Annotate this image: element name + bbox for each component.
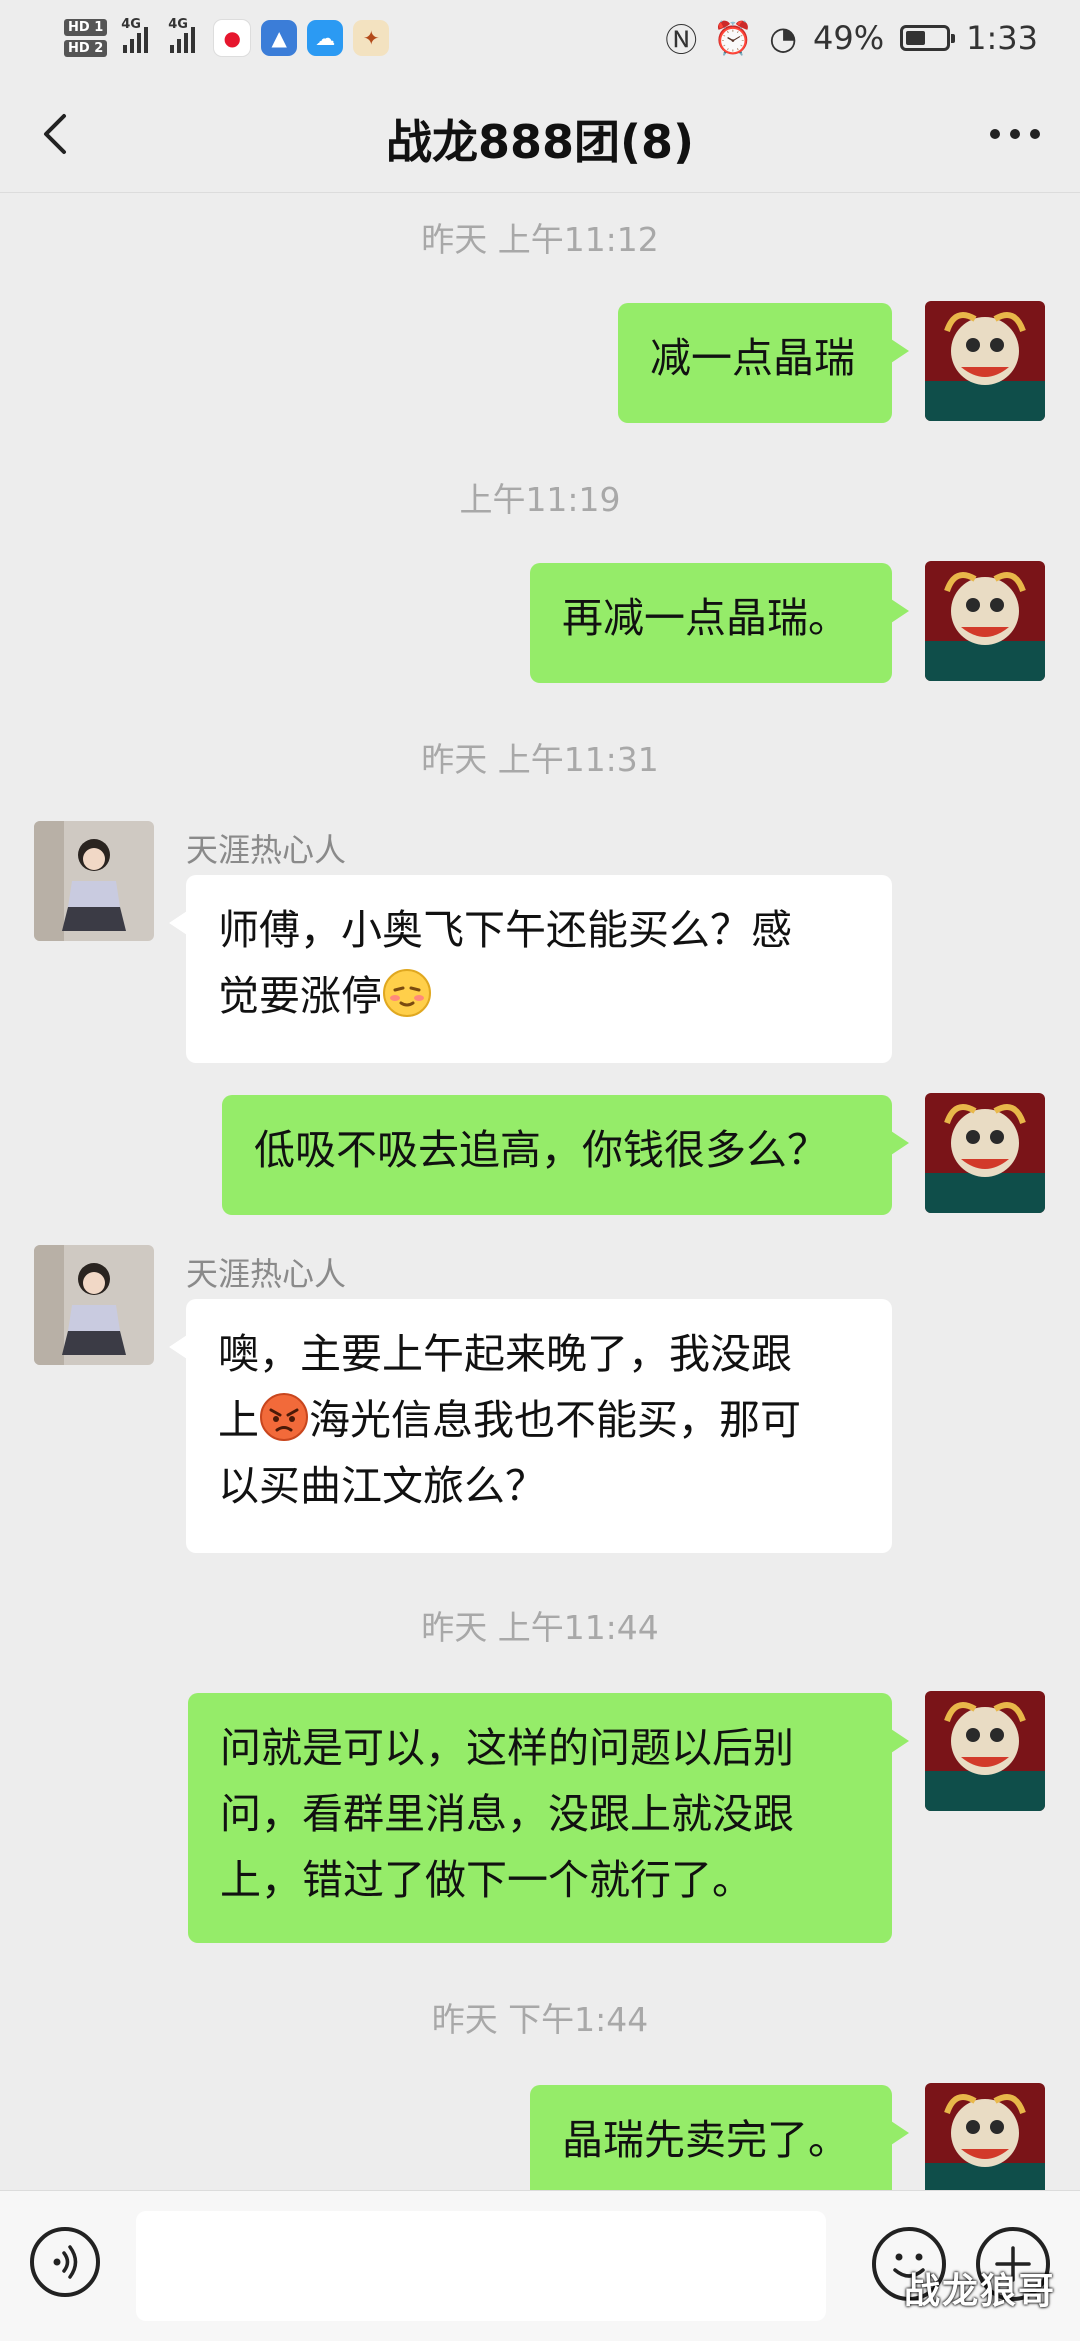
dragon-avatar-icon	[925, 2083, 1045, 2193]
my-message-bubble[interactable]: 减一点晶瑞	[618, 303, 909, 423]
dragon-avatar-icon	[925, 561, 1045, 681]
clock: 1:33	[966, 19, 1038, 57]
dragon-avatar-icon	[925, 1093, 1045, 1213]
status-bar: HD 1 HD 2 4G 4G ● ▲ ☁ ✦ Ⓝ ⏰ ◔ 49% 1:33	[0, 0, 1080, 76]
signal-2-icon: 4G	[168, 17, 196, 53]
other-message-bubble[interactable]: 噢，主要上午起来晚了，我没跟 上 海光信息我也不能买，那可 以买曲江文旅么？	[169, 1299, 892, 1553]
timestamp: 昨天 上午11:44	[421, 1608, 659, 1647]
message-line: 上，错过了做下一个就行了。	[220, 1856, 753, 1904]
message-line: 问，看群里消息，没跟上就没跟	[220, 1790, 794, 1838]
message-fragment: 上	[218, 1396, 259, 1444]
alarm-icon: ⏰	[713, 19, 754, 57]
more-options-button[interactable]	[980, 106, 1050, 162]
message-input[interactable]	[136, 2211, 826, 2321]
angry-face-emoji-icon	[260, 1393, 308, 1441]
message-line: 噢，主要上午起来晚了，我没跟	[218, 1330, 792, 1378]
message-text: 低吸不吸去追高，你钱很多么？	[254, 1126, 828, 1174]
dot-icon	[1010, 129, 1020, 139]
girl-avatar-icon	[34, 1245, 154, 1365]
my-message-bubble[interactable]: 再减一点晶瑞。	[530, 563, 909, 683]
weibo-icon: ●	[213, 19, 252, 57]
battery-level	[906, 31, 926, 45]
my-message-bubble[interactable]: 晶瑞先卖完了。	[530, 2085, 909, 2193]
status-right: Ⓝ ⏰ ◔ 49% 1:33	[665, 12, 1038, 64]
bank-app-icon: ▲	[261, 20, 298, 56]
message-line: 以买曲江文旅么？	[218, 1462, 546, 1510]
game-app-icon: ✦	[353, 20, 390, 56]
my-avatar[interactable]	[925, 1691, 1045, 1811]
my-avatar[interactable]	[925, 561, 1045, 681]
chat-title: 战龙888团(8)	[385, 115, 695, 169]
timestamp: 昨天 上午11:12	[421, 220, 659, 259]
voice-input-button[interactable]	[30, 2227, 100, 2297]
timestamp: 上午11:19	[459, 480, 621, 519]
dot-icon	[990, 129, 1000, 139]
my-avatar[interactable]	[925, 1093, 1045, 1213]
dot-icon	[1030, 129, 1040, 139]
battery-icon	[900, 25, 956, 51]
my-avatar[interactable]	[925, 2083, 1045, 2193]
battery-percent: 49%	[813, 19, 885, 57]
message-line: 问就是可以，这样的问题以后别	[220, 1724, 794, 1772]
message-text: 减一点晶瑞	[650, 334, 855, 382]
status-left: HD 1 HD 2 4G 4G ● ▲ ☁ ✦	[64, 8, 390, 68]
message-line: 师傅，小奥飞下午还能买么？感	[218, 906, 792, 954]
message-line-with-emoji: 上 海光信息我也不能买，那可	[218, 1387, 860, 1453]
hd-indicators: HD 1 HD 2	[64, 19, 108, 57]
message-text: 晶瑞先卖完了。	[562, 2116, 849, 2164]
dragon-avatar-icon	[925, 301, 1045, 421]
nfc-icon: Ⓝ	[665, 21, 698, 59]
message-text: 再减一点晶瑞。	[562, 594, 849, 642]
sender-name: 天涯热心人	[186, 831, 347, 869]
sender-avatar[interactable]	[34, 821, 154, 941]
timestamp: 昨天 下午1:44	[431, 2000, 649, 2039]
timestamp: 昨天 上午11:31	[421, 740, 659, 779]
girl-avatar-icon	[34, 821, 154, 941]
hd1-badge: HD 1	[64, 19, 108, 36]
shy-face-emoji-icon	[383, 969, 431, 1017]
message-line: 觉要涨停	[218, 972, 382, 1020]
my-message-bubble[interactable]: 问就是可以，这样的问题以后别 问，看群里消息，没跟上就没跟 上，错过了做下一个就…	[188, 1693, 909, 1943]
other-message-bubble[interactable]: 师傅，小奥飞下午还能买么？感 觉要涨停	[169, 875, 892, 1063]
message-line-with-emoji: 觉要涨停	[218, 963, 860, 1029]
sender-name: 天涯热心人	[186, 1255, 347, 1293]
weather-icon: ☁	[307, 20, 344, 56]
watermark: 战龙狼哥	[903, 2271, 1056, 2312]
speed-icon: ◔	[769, 19, 798, 57]
sender-avatar[interactable]	[34, 1245, 154, 1365]
message-fragment: 海光信息我也不能买，那可	[309, 1396, 801, 1444]
navigation-bar: 战龙888团(8)	[0, 76, 1080, 193]
chat-area[interactable]: 昨天 上午11:12 减一点晶瑞 上午11:19 再减一点晶瑞。 昨天 上午11…	[0, 193, 1080, 2193]
signal-1-icon: 4G	[121, 17, 149, 53]
voice-icon	[53, 2245, 78, 2279]
my-message-bubble[interactable]: 低吸不吸去追高，你钱很多么？	[222, 1095, 909, 1215]
my-avatar[interactable]	[925, 301, 1045, 421]
hd2-badge: HD 2	[64, 40, 108, 57]
dragon-avatar-icon	[925, 1691, 1045, 1811]
